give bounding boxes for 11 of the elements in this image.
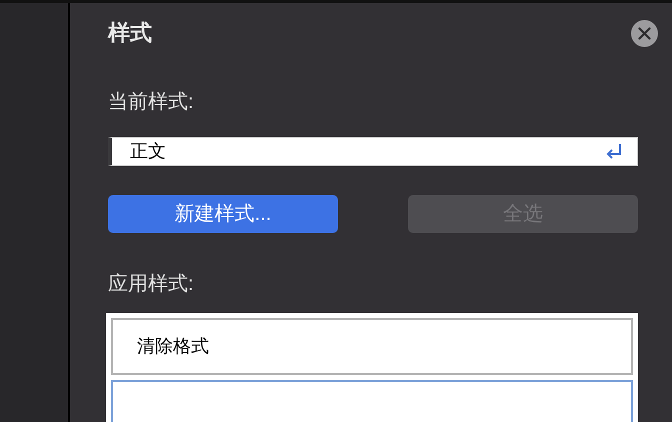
new-style-button[interactable]: 新建样式... — [108, 195, 338, 233]
current-style-field[interactable]: 正文 — [108, 137, 638, 166]
apply-style-label: 应用样式: — [108, 272, 195, 297]
current-style-label: 当前样式: — [108, 90, 195, 115]
style-list-item[interactable] — [111, 380, 633, 422]
panel-title: 样式 — [108, 19, 152, 47]
close-icon — [638, 26, 651, 40]
close-button[interactable] — [631, 20, 658, 46]
return-icon — [605, 142, 623, 162]
style-list-item[interactable]: 清除格式 — [111, 318, 633, 375]
field-value: 正文 — [130, 140, 166, 163]
